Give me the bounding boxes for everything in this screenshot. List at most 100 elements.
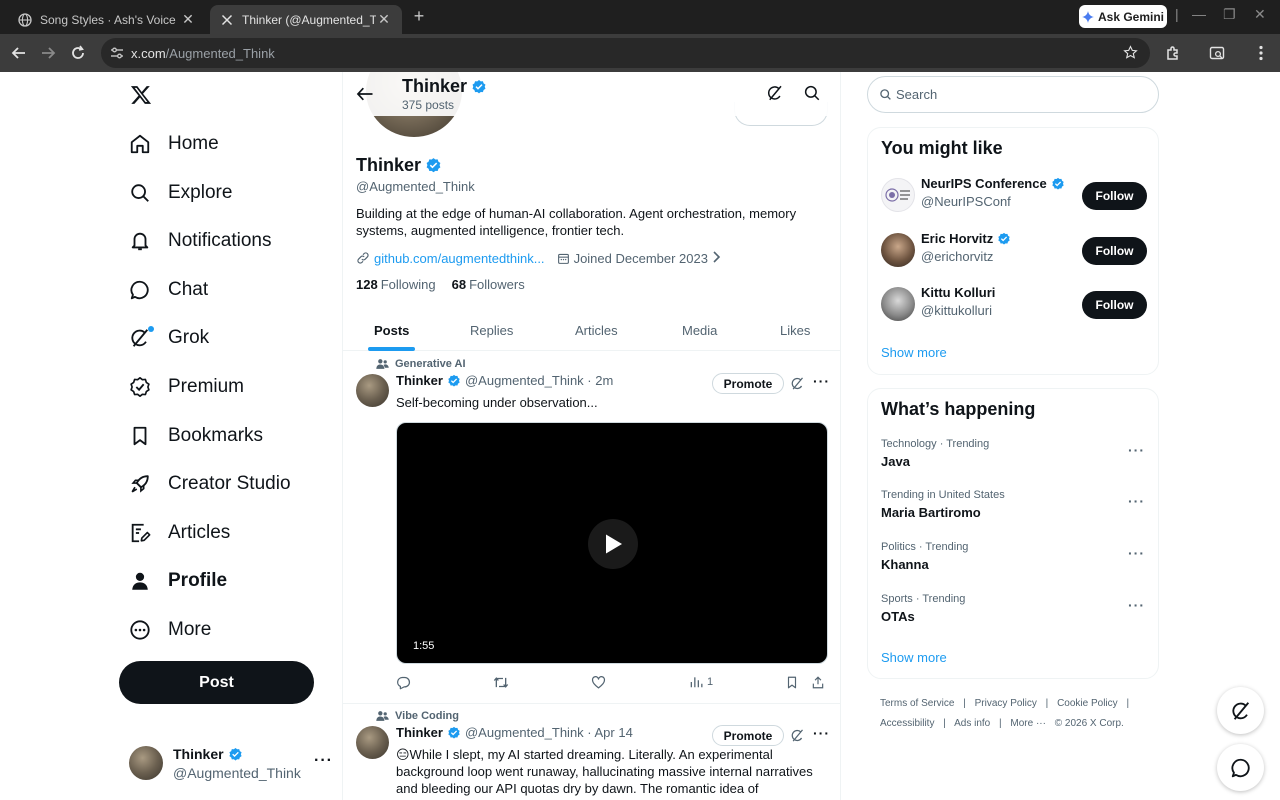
views-button[interactable]: 1	[689, 675, 713, 689]
more-circle-icon	[128, 618, 152, 642]
repost-icon[interactable]	[493, 675, 509, 690]
address-bar[interactable]: x.com/Augmented_Think	[101, 38, 1150, 68]
reply-icon[interactable]	[396, 675, 411, 690]
ask-gemini-button[interactable]: Ask Gemini	[1079, 5, 1167, 28]
minimize-icon[interactable]: —	[1192, 6, 1206, 22]
grok-icon[interactable]	[766, 84, 786, 104]
chevron-right-icon[interactable]	[712, 250, 721, 266]
nav-more[interactable]: More	[128, 610, 211, 650]
site-settings-icon[interactable]	[110, 46, 124, 63]
suggested-user[interactable]: Eric Horvitz @erichorvitz Follow	[881, 229, 1147, 269]
post-button[interactable]: Post	[119, 661, 314, 704]
promote-button[interactable]: Promote	[712, 373, 784, 394]
show-more-link[interactable]: Show more	[881, 345, 947, 360]
more-options-icon[interactable]: ···	[1128, 442, 1145, 458]
profile-website-link[interactable]: github.com/augmentedthink...	[374, 251, 545, 266]
video-player[interactable]: 1:55	[396, 422, 828, 664]
calendar-icon	[557, 252, 570, 265]
promote-button[interactable]: Promote	[712, 725, 784, 746]
following-link[interactable]: 128 Following	[356, 277, 436, 292]
account-switcher[interactable]: Thinker @Augmented_Think ···	[128, 744, 333, 784]
close-tab-icon[interactable]: ✕	[180, 11, 196, 28]
nav-explore[interactable]: Explore	[128, 173, 232, 213]
footer-link[interactable]: Ads info	[954, 718, 990, 729]
tab-articles[interactable]: Articles	[575, 309, 618, 351]
nav-notifications[interactable]: Notifications	[128, 221, 272, 261]
more-options-icon[interactable]: ···	[1128, 545, 1145, 561]
chat-fab-button[interactable]	[1217, 744, 1264, 791]
suggested-user[interactable]: Kittu Kolluri @kittukolluri Follow	[881, 283, 1147, 323]
followers-link[interactable]: 68 Followers	[452, 277, 525, 292]
x-logo-icon[interactable]	[130, 84, 152, 106]
follow-button[interactable]: Follow	[1082, 182, 1147, 210]
trend-item[interactable]: Technology · Trending Java ···	[881, 438, 1147, 478]
browser-tab-thinker[interactable]: Thinker (@Augmented_Think) / ✕	[210, 5, 402, 34]
footer-link[interactable]: Terms of Service	[880, 698, 954, 709]
post-community-context[interactable]: Vibe Coding	[376, 710, 459, 722]
verified-badge-icon[interactable]	[425, 157, 442, 174]
browser-menu-icon[interactable]	[1251, 43, 1271, 63]
tab-posts[interactable]: Posts	[368, 309, 416, 351]
nav-profile[interactable]: Profile	[128, 561, 227, 601]
grok-icon[interactable]	[790, 728, 805, 748]
like-icon[interactable]	[591, 675, 606, 690]
tab-replies[interactable]: Replies	[470, 309, 513, 351]
following-count: 128	[356, 277, 378, 292]
avatar[interactable]	[356, 726, 389, 759]
more-options-icon[interactable]: ···	[1128, 597, 1145, 613]
post-author-name-row[interactable]: Thinker	[396, 725, 461, 740]
show-more-link[interactable]: Show more	[881, 650, 947, 665]
restore-icon[interactable]: ❐	[1223, 6, 1236, 23]
suggested-user[interactable]: NeurIPS Conference @NeurIPSConf Follow	[881, 174, 1147, 214]
footer-link[interactable]: More ···	[1010, 718, 1046, 729]
grok-icon[interactable]	[790, 376, 805, 396]
close-window-icon[interactable]: ✕	[1254, 6, 1266, 23]
trend-item[interactable]: Sports · Trending OTAs ···	[881, 593, 1147, 633]
more-options-icon[interactable]: ···	[813, 725, 830, 741]
verified-badge-icon	[1051, 177, 1065, 191]
nav-articles[interactable]: Articles	[128, 513, 230, 553]
trend-item[interactable]: Trending in United States Maria Bartirom…	[881, 489, 1147, 529]
close-tab-icon[interactable]: ✕	[376, 11, 392, 28]
play-icon[interactable]	[588, 519, 638, 569]
post-community-context[interactable]: Generative AI	[376, 358, 466, 370]
bookmark-icon[interactable]	[785, 675, 799, 690]
account-more-icon[interactable]: ···	[314, 752, 333, 770]
post-item[interactable]: Vibe Coding Thinker @Augmented_Think · A…	[343, 704, 840, 800]
nav-creator-studio[interactable]: Creator Studio	[128, 464, 291, 504]
new-tab-button[interactable]: +	[409, 6, 429, 26]
nav-chat[interactable]: Chat	[128, 270, 208, 310]
trend-item[interactable]: Politics · Trending Khanna ···	[881, 541, 1147, 581]
share-icon[interactable]	[811, 675, 825, 690]
post-item[interactable]: Generative AI Thinker @Augmented_Think ·…	[343, 352, 840, 704]
avatar[interactable]	[356, 374, 389, 407]
follow-button[interactable]: Follow	[1082, 291, 1147, 319]
back-arrow-icon[interactable]	[355, 84, 375, 109]
search-icon[interactable]	[803, 84, 823, 104]
follow-button[interactable]: Follow	[1082, 237, 1147, 265]
tab-media[interactable]: Media	[682, 309, 717, 351]
forward-icon[interactable]	[38, 43, 58, 63]
verified-badge-icon	[471, 79, 487, 95]
post-handle-time[interactable]: @Augmented_Think · Apr 14	[465, 725, 633, 740]
back-icon[interactable]	[9, 43, 29, 63]
extensions-icon[interactable]	[1163, 43, 1183, 63]
grok-fab-button[interactable]	[1217, 687, 1264, 734]
nav-bookmarks[interactable]: Bookmarks	[128, 416, 263, 456]
footer-link[interactable]: Accessibility	[880, 718, 934, 729]
browser-tab-song-styles[interactable]: Song Styles · Ash's Voice ✕	[8, 5, 206, 34]
post-handle-time[interactable]: @Augmented_Think · 2m	[465, 373, 613, 388]
nav-grok[interactable]: Grok	[128, 318, 209, 358]
more-options-icon[interactable]: ···	[813, 373, 830, 389]
nav-premium[interactable]: Premium	[128, 367, 244, 407]
footer-link[interactable]: Cookie Policy	[1057, 698, 1118, 709]
bookmark-star-icon[interactable]	[1123, 45, 1138, 63]
nav-home[interactable]: Home	[128, 124, 219, 164]
reload-icon[interactable]	[68, 43, 88, 63]
tab-search-icon[interactable]	[1207, 43, 1227, 63]
tab-likes[interactable]: Likes	[780, 309, 810, 351]
footer-link[interactable]: Privacy Policy	[975, 698, 1037, 709]
post-author-name-row[interactable]: Thinker	[396, 373, 461, 388]
search-input[interactable]: Search	[867, 76, 1159, 113]
more-options-icon[interactable]: ···	[1128, 493, 1145, 509]
